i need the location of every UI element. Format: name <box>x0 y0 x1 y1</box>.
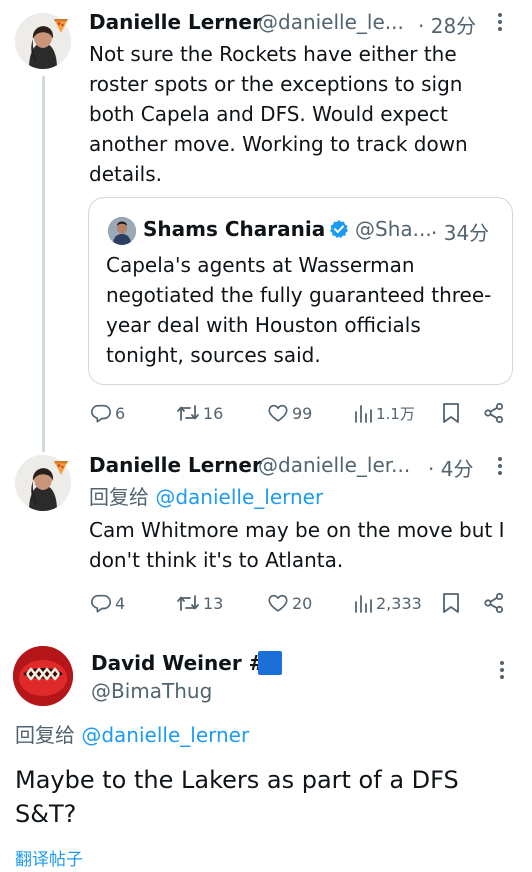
quoted-author-handle[interactable]: @Sha... <box>355 217 432 241</box>
bookmark-icon <box>443 403 459 423</box>
share-button[interactable] <box>483 592 505 614</box>
author-handle[interactable]: @danielle_le... <box>258 10 404 34</box>
reply-count: 4 <box>115 593 126 613</box>
more-icon[interactable] <box>497 456 503 481</box>
repost-count: 16 <box>203 403 224 423</box>
bookmark-button[interactable] <box>442 592 460 614</box>
views-button[interactable]: 2,333 <box>353 592 422 614</box>
reply-prefix: 回复给 <box>15 723 75 747</box>
blue-square-icon <box>258 651 282 675</box>
thread-line <box>42 76 45 452</box>
bookmark-icon <box>443 593 459 613</box>
like-icon <box>268 404 288 422</box>
reply-icon <box>91 404 111 423</box>
tweet-text: Cam Whitmore may be on the move but I do… <box>89 518 505 572</box>
views-icon <box>355 595 372 613</box>
pizza-emoji-icon <box>52 16 70 38</box>
repost-icon <box>177 595 199 611</box>
author-name-text: David Weiner # <box>91 651 266 675</box>
author-name[interactable]: Danielle Lerner <box>89 453 262 477</box>
more-icon[interactable] <box>499 660 505 685</box>
author-name[interactable]: Danielle Lerner <box>89 10 262 34</box>
share-icon <box>484 402 504 424</box>
tweet-text: Not sure the Rockets have either the ros… <box>89 42 468 186</box>
share-icon <box>484 592 504 614</box>
avatar-image <box>108 217 136 245</box>
tweet-text: Maybe to the Lakers as part of a DFS S&T… <box>15 766 459 828</box>
repost-button[interactable]: 16 <box>176 402 223 424</box>
timestamp[interactable]: · 28分 <box>418 10 476 39</box>
reply-context: 回复给 @danielle_lerner <box>89 482 323 512</box>
pizza-emoji-icon <box>52 458 70 480</box>
reply-to-link[interactable]: @danielle_lerner <box>81 723 249 747</box>
like-button[interactable]: 20 <box>267 592 312 614</box>
reply-icon <box>91 594 111 613</box>
repost-count: 13 <box>203 593 224 613</box>
reply-context: 回复给 @danielle_lerner <box>15 720 249 750</box>
author-name[interactable]: David Weiner # <box>91 651 265 675</box>
author-handle[interactable]: @BimaThug <box>91 679 212 703</box>
like-icon <box>268 594 288 612</box>
bookmark-button[interactable] <box>442 402 460 424</box>
views-count: 2,333 <box>376 593 422 613</box>
like-count: 20 <box>292 593 313 613</box>
quoted-author-name[interactable]: Shams Charania <box>143 217 325 241</box>
author-handle[interactable]: @danielle_ler... <box>258 453 410 477</box>
reply-to-link[interactable]: @danielle_lerner <box>155 485 323 509</box>
reply-button[interactable]: 4 <box>90 592 125 614</box>
views-button[interactable]: 1.1万 <box>353 402 415 424</box>
reply-prefix: 回复给 <box>89 485 149 509</box>
quoted-timestamp[interactable]: · 34分 <box>431 217 489 246</box>
like-button[interactable]: 99 <box>267 402 312 424</box>
share-button[interactable] <box>483 402 505 424</box>
views-count: 1.1万 <box>376 404 415 423</box>
views-icon <box>355 405 372 423</box>
reply-button[interactable]: 6 <box>90 402 125 424</box>
avatar[interactable] <box>13 646 73 706</box>
like-count: 99 <box>292 403 313 423</box>
avatar-image <box>13 646 73 706</box>
repost-button[interactable]: 13 <box>176 592 223 614</box>
repost-icon <box>177 405 199 421</box>
avatar[interactable] <box>108 217 136 245</box>
quoted-tweet[interactable]: Shams Charania @Sha... · 34分 Capela's ag… <box>88 197 513 385</box>
quoted-text: Capela's agents at Wasserman negotiated … <box>106 253 492 367</box>
timestamp[interactable]: · 4分 <box>428 453 473 482</box>
more-icon[interactable] <box>497 12 503 37</box>
verified-badge-icon <box>329 219 349 243</box>
reply-count: 6 <box>115 403 126 423</box>
translate-post-link[interactable]: 翻译帖子 <box>15 845 83 870</box>
